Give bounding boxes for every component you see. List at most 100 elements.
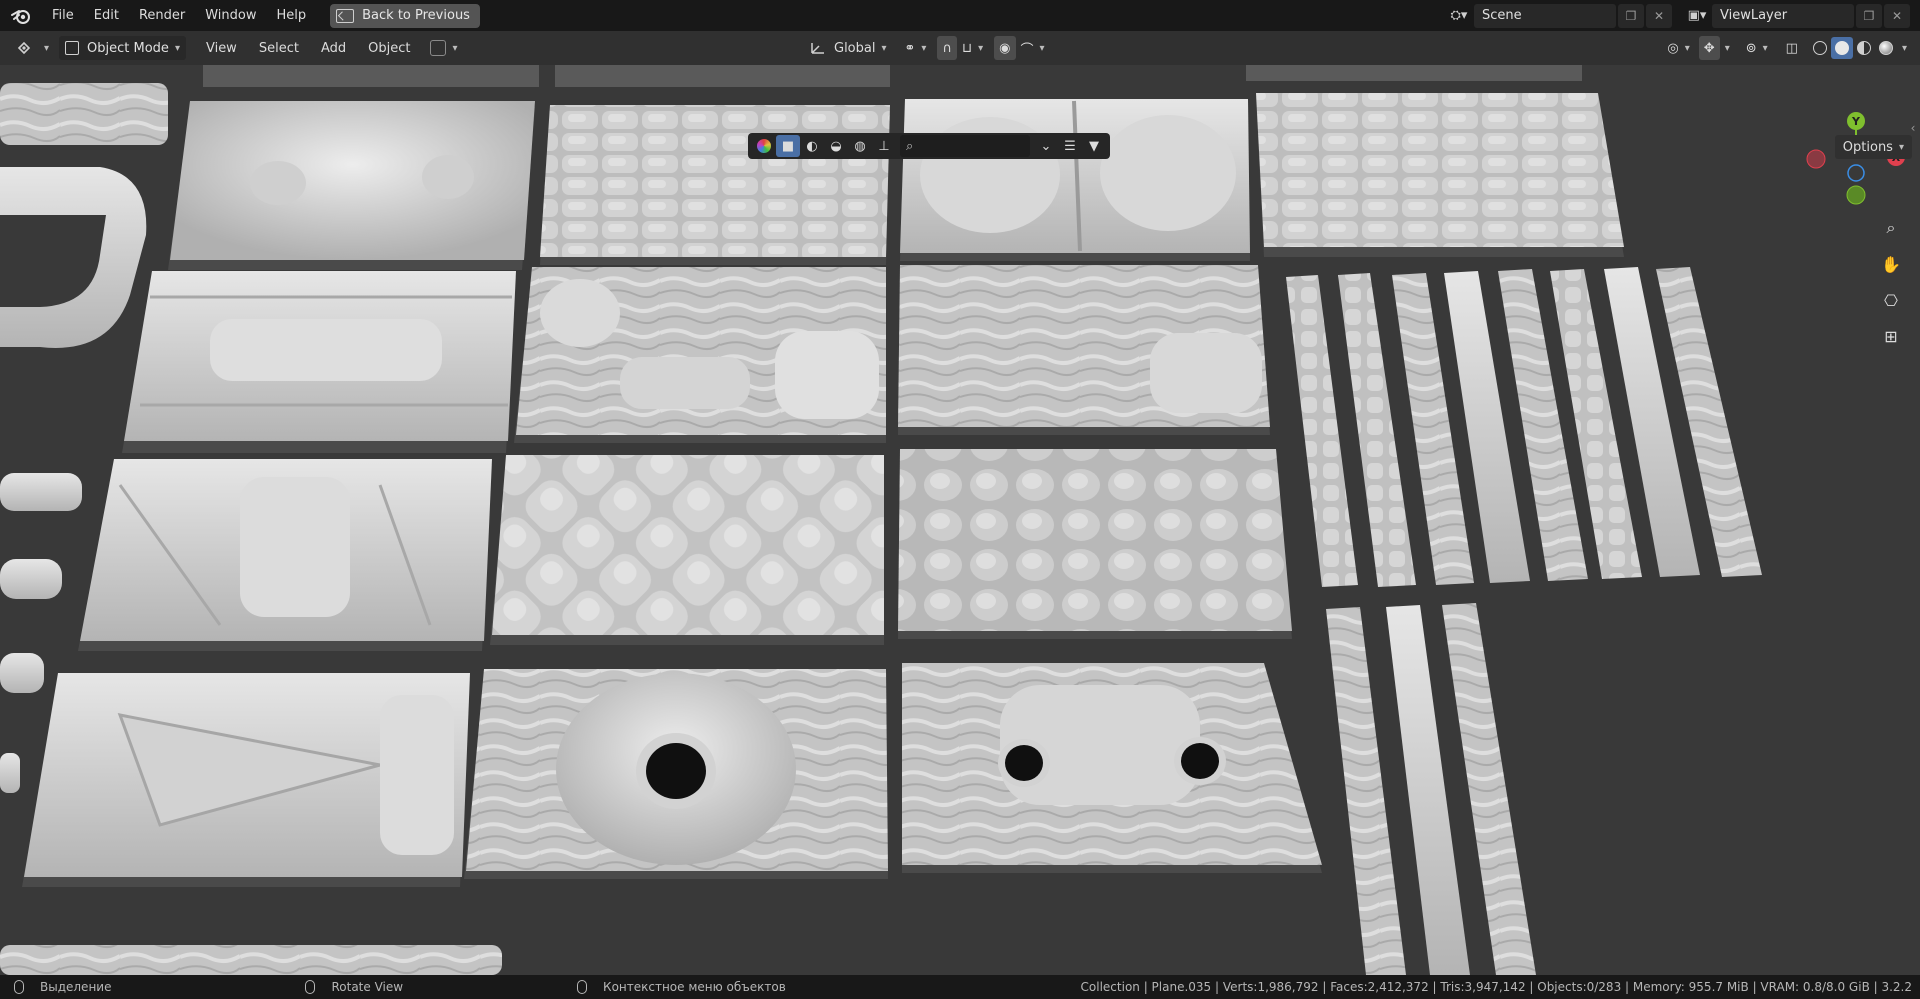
proportional-edit-icon: ◉ [999, 40, 1011, 56]
status-right-click-hint: Контекстное меню объектов [577, 980, 786, 994]
mesh-panel-row1-a[interactable] [168, 101, 535, 270]
options-label: Options [1842, 139, 1893, 155]
material-shading-button[interactable] [1853, 37, 1875, 59]
perspective-grid-icon[interactable]: ⊞ [1876, 321, 1906, 351]
search-dropdown-icon[interactable]: ⌄ [1034, 135, 1058, 157]
shading-options-select[interactable]: ▾ [1897, 36, 1912, 60]
xray-toggle[interactable]: ◫ [1781, 36, 1803, 60]
viewport-header: ▾ Object Mode ▾ View Select Add Object ▾… [0, 31, 1920, 65]
camera-view-icon[interactable]: ⎔ [1876, 285, 1906, 315]
delete-scene-icon[interactable]: ✕ [1646, 3, 1672, 28]
scene-data-icon[interactable]: ⊥ [872, 135, 896, 157]
viewport-filter-toolbar: ■ ◐ ◒ ◍ ⊥ ⌕ ⌄ ☰ ▼ [748, 133, 1110, 159]
visibility-select[interactable]: ◎ ▾ [1662, 36, 1694, 60]
sort-icon[interactable]: ☰ [1058, 135, 1082, 157]
scene-icon[interactable]: ⛭▾ [1444, 4, 1474, 28]
status-right-action: Контекстное меню объектов [603, 980, 786, 994]
status-bar: Выделение Rotate View Контекстное меню о… [0, 975, 1920, 999]
scene-canvas[interactable]: Y Z X [0, 65, 1920, 975]
gizmo-toggle[interactable]: ✥ [1698, 36, 1720, 60]
menu-select[interactable]: Select [253, 36, 305, 60]
overlays-icon: ⊚ [1745, 40, 1757, 56]
overlays-toggle[interactable]: ⊚ ▾ [1741, 36, 1773, 60]
snap-increment-icon: ⊔ [961, 40, 973, 56]
mesh-panel-row4-b[interactable] [464, 669, 888, 879]
eye-icon: ◎ [1667, 40, 1679, 56]
back-to-previous-button[interactable]: Back to Previous [330, 3, 480, 28]
color-wheel-icon[interactable] [752, 135, 776, 157]
search-icon: ⌕ [906, 138, 914, 154]
gizmo-arrows-icon: ✥ [1703, 40, 1715, 56]
pivot-point-select[interactable]: ⚭ ▾ [900, 36, 932, 60]
mesh-panel-row1-b[interactable] [540, 105, 890, 265]
mesh-panel-row3-a[interactable] [78, 459, 492, 651]
transform-orientation-select[interactable]: Global ▾ [805, 36, 892, 60]
pivot-icon: ⚭ [904, 40, 916, 56]
object-gizmo-toggle[interactable]: ▾ [424, 36, 463, 60]
wireframe-sphere-icon [1812, 41, 1827, 55]
editor-type-icon[interactable]: ▾ [10, 36, 55, 60]
delete-view-layer-icon[interactable]: ✕ [1884, 3, 1910, 28]
mesh-panel-row2-c[interactable] [898, 265, 1270, 435]
solid-shading-button[interactable] [1830, 37, 1853, 59]
right-mouse-icon [577, 980, 588, 994]
texture-icon[interactable]: ◒ [824, 135, 848, 157]
menu-render[interactable]: Render [129, 0, 195, 31]
3d-viewport[interactable]: Y Z X ⌕ ✋ ⎔ ⊞ ‹ Options ▾ ■ ◐ ◒ ◍ ⊥ ⌕ ⌄ … [0, 65, 1920, 975]
mesh-panel-row3-c[interactable] [898, 449, 1292, 639]
mesh-panel-row4-a[interactable] [22, 673, 470, 887]
select-mode-icon[interactable]: ■ [776, 135, 800, 157]
transform-controls: Global ▾ ⚭ ▾ ∩ ⊔ ▾ ◉ ⌒ ▾ [805, 36, 1050, 60]
world-icon[interactable]: ◍ [848, 135, 872, 157]
menu-object[interactable]: Object [362, 36, 416, 60]
mesh-panel-row3-b[interactable] [490, 455, 884, 645]
mesh-panel-row4-c[interactable] [902, 663, 1322, 873]
rendered-sphere-icon [1878, 41, 1893, 55]
gizmo-select[interactable]: ▾ [1720, 36, 1735, 60]
gizmo-y-label: Y [1851, 115, 1861, 128]
object-mode-icon [65, 41, 80, 55]
menu-add[interactable]: Add [315, 36, 352, 60]
new-scene-icon[interactable]: ❐ [1618, 3, 1644, 28]
pan-hand-icon[interactable]: ✋ [1876, 249, 1906, 279]
blender-logo-icon[interactable] [0, 0, 42, 31]
mesh-panel-row1-c[interactable] [900, 99, 1250, 261]
scene-statistics: Collection | Plane.035 | Verts:1,986,792… [1080, 980, 1912, 994]
material-icon[interactable]: ◐ [800, 135, 824, 157]
view-layer-icon[interactable]: ▣▾ [1682, 4, 1712, 28]
snap-target-select[interactable]: ⊔ ▾ [957, 36, 988, 60]
xray-icon: ◫ [1785, 40, 1798, 56]
mesh-panel-row2-a[interactable] [122, 271, 516, 453]
options-dropdown[interactable]: Options ▾ [1834, 135, 1912, 159]
falloff-curve-icon: ⌒ [1020, 42, 1034, 58]
menu-view[interactable]: View [200, 36, 243, 60]
transform-orientation-label: Global [834, 40, 876, 56]
status-left-click-hint: Выделение [14, 980, 111, 994]
status-middle-click-hint: Rotate View [305, 980, 403, 994]
proportional-edit-toggle[interactable]: ◉ [994, 36, 1016, 60]
zoom-icon[interactable]: ⌕ [1876, 213, 1906, 243]
snap-toggle[interactable]: ∩ [937, 36, 957, 60]
view-layer-name-field[interactable]: ViewLayer [1712, 3, 1854, 28]
object-mode-select[interactable]: Object Mode ▾ [59, 36, 186, 60]
scene-name-field[interactable]: Scene [1474, 3, 1616, 28]
proportional-falloff-select[interactable]: ⌒ ▾ [1016, 36, 1050, 60]
filter-funnel-icon[interactable]: ▼ [1082, 135, 1106, 157]
rendered-shading-button[interactable] [1875, 37, 1897, 59]
neg-x-axis-handle[interactable] [1806, 149, 1826, 169]
neg-y-axis-handle[interactable] [1846, 185, 1866, 205]
top-menu-bar: File Edit Render Window Help Back to Pre… [0, 0, 1920, 31]
snap-magnet-icon: ∩ [942, 40, 952, 56]
viewport-search-input[interactable]: ⌕ [900, 135, 1030, 157]
status-middle-action: Rotate View [331, 980, 404, 994]
menu-edit[interactable]: Edit [84, 0, 129, 31]
solid-sphere-icon [1834, 41, 1849, 55]
back-icon [336, 8, 355, 23]
new-view-layer-icon[interactable]: ❐ [1856, 3, 1882, 28]
mesh-panel-row2-b[interactable] [514, 267, 886, 443]
wireframe-shading-button[interactable] [1809, 37, 1831, 59]
menu-file[interactable]: File [42, 0, 84, 31]
menu-window[interactable]: Window [195, 0, 266, 31]
menu-help[interactable]: Help [267, 0, 317, 31]
mesh-panel-row1-d[interactable] [1256, 93, 1624, 257]
